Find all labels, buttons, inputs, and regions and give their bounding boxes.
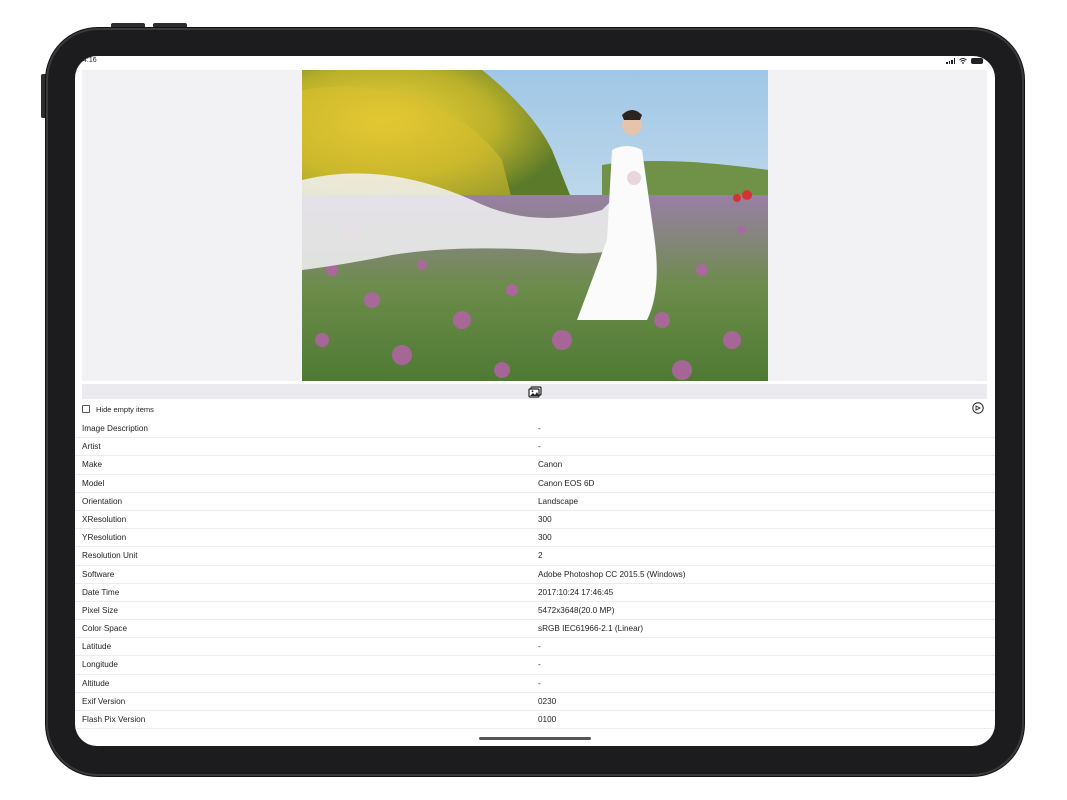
table-row: Longitude - (75, 656, 995, 675)
exif-key: Make (82, 460, 103, 470)
exif-value: 300 (538, 533, 552, 543)
exif-value: - (538, 424, 541, 433)
status-bar: 4:16 (75, 56, 995, 68)
exif-key: YResolution (82, 533, 127, 543)
table-row: Orientation Landscape (75, 493, 995, 511)
share-icon[interactable] (972, 402, 984, 414)
exif-key: Artist (82, 442, 101, 452)
exif-key: Date Time (82, 587, 120, 597)
table-row: Make Canon (75, 456, 995, 475)
hide-empty-checkbox[interactable] (82, 405, 90, 413)
photo-toolbar (82, 384, 987, 399)
exif-value: 300 (538, 514, 552, 524)
table-row: Exif Version 0230 (75, 693, 995, 711)
wifi-icon (959, 58, 967, 64)
exif-key: Longitude (82, 660, 118, 670)
exif-key: Orientation (82, 496, 123, 506)
exif-key: Exif Version (82, 696, 126, 706)
exif-key: Latitude (82, 642, 112, 652)
table-row: Flash Pix Version 0100 (75, 711, 995, 730)
exif-value: Landscape (538, 496, 579, 506)
exif-value: - (538, 442, 541, 452)
exif-value: Adobe Photoshop CC 2015.5 (Windows) (538, 569, 686, 579)
exif-value: 0230 (538, 696, 557, 706)
exif-value: Canon (538, 460, 563, 470)
exif-key: Flash Pix Version (82, 715, 146, 724)
exif-value: Canon EOS 6D (538, 478, 595, 488)
photo-library-icon[interactable] (527, 385, 542, 398)
table-row: Pixel Size 5472x3648(20.0 MP) (75, 602, 995, 621)
exif-value: 5472x3648(20.0 MP) (538, 605, 615, 615)
screen: 4:16 Hide empty items Image Description … (75, 56, 995, 746)
table-row: YResolution 300 (75, 529, 995, 548)
exif-value: 2 (538, 551, 543, 561)
table-row: Color Space sRGB IEC61966-2.1 (Linear) (75, 620, 995, 639)
exif-value: - (538, 678, 541, 688)
wedding-photo[interactable] (302, 70, 768, 381)
exif-key: Resolution Unit (82, 551, 138, 561)
table-row: Resolution Unit 2 (75, 547, 995, 566)
hide-empty-label: Hide empty items (96, 405, 154, 414)
status-time: 4:16 (83, 57, 97, 64)
exif-value: - (538, 660, 541, 670)
exif-key: Pixel Size (82, 605, 118, 615)
table-row: Image Description - (75, 420, 995, 439)
exif-key: XResolution (82, 514, 127, 524)
exif-value: sRGB IEC61966-2.1 (Linear) (538, 624, 644, 634)
table-row: Date Time 2017:10:24 17:46:45 (75, 584, 995, 602)
exif-key: Altitude (82, 678, 110, 688)
image-preview-panel (82, 70, 987, 381)
battery-icon (971, 58, 983, 64)
exif-value: 0100 (538, 715, 557, 724)
exif-value: 2017:10:24 17:46:45 (538, 587, 614, 597)
exif-key: Image Description (82, 424, 148, 433)
exif-table: Image Description - Artist - Make Canon Model C… (75, 420, 995, 730)
signal-icon (946, 58, 955, 64)
exif-key: Color Space (82, 624, 128, 634)
options-row: Hide empty items (82, 402, 990, 420)
table-row: Software Adobe Photoshop CC 2015.5 (Windo… (75, 566, 995, 584)
exif-value: - (538, 642, 541, 652)
exif-key: Model (82, 478, 105, 488)
table-row: XResolution 300 (75, 511, 995, 530)
table-row: Latitude - (75, 638, 995, 657)
table-row: Altitude - (75, 675, 995, 693)
exif-key: Software (82, 569, 115, 579)
table-row: Artist - (75, 438, 995, 457)
home-indicator[interactable] (479, 737, 591, 740)
table-row: Model Canon EOS 6D (75, 475, 995, 493)
